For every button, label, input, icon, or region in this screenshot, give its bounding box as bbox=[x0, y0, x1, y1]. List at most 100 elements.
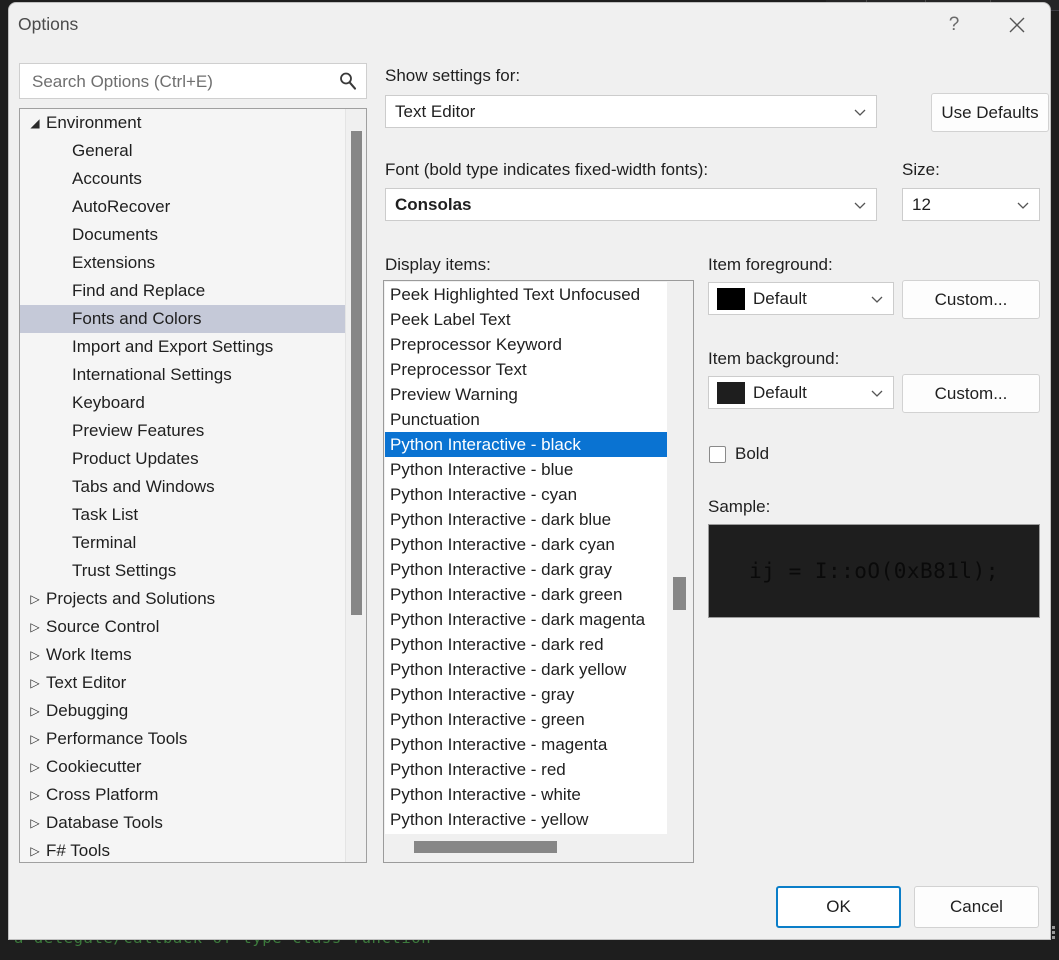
foreground-custom-button[interactable]: Custom... bbox=[902, 280, 1040, 319]
options-dialog: Options ? ◢E bbox=[8, 2, 1051, 940]
tree-item[interactable]: ▷ Performance Tools bbox=[20, 725, 345, 753]
tree-item[interactable]: ▷ F# Tools bbox=[20, 837, 345, 862]
tree-item[interactable]: Trust Settings bbox=[20, 557, 345, 585]
tree-item[interactable]: ▷ Text Editor bbox=[20, 669, 345, 697]
options-tree[interactable]: ◢ Environment General Accounts AutoRecover Do… bbox=[20, 109, 345, 862]
display-item[interactable]: Python Interactive - dark cyan bbox=[385, 532, 668, 557]
tree-item-label: Keyboard bbox=[72, 393, 145, 412]
tree-item-label: Fonts and Colors bbox=[72, 309, 202, 328]
search-options-box[interactable] bbox=[19, 63, 367, 100]
display-item[interactable]: Python Interactive - cyan bbox=[385, 482, 668, 507]
help-button[interactable]: ? bbox=[931, 3, 977, 47]
twisty-expanded-icon[interactable]: ◢ bbox=[28, 109, 42, 137]
tree-item-label: Find and Replace bbox=[72, 281, 206, 300]
tree-item-label: Import and Export Settings bbox=[72, 337, 274, 356]
display-item[interactable]: Python Interactive - dark red bbox=[385, 632, 668, 657]
tree-item[interactable]: Documents bbox=[20, 221, 345, 249]
tree-item[interactable]: ▷ Projects and Solutions bbox=[20, 585, 345, 613]
display-item[interactable]: Python Interactive - dark magenta bbox=[385, 607, 668, 632]
item-foreground-value: Default bbox=[753, 288, 807, 308]
display-items-list[interactable]: Peek Highlighted Text Unfocused Peek Labe… bbox=[385, 282, 668, 834]
display-item[interactable]: Preprocessor Keyword bbox=[385, 332, 668, 357]
display-items-hscrollbar-thumb[interactable] bbox=[414, 841, 557, 853]
display-item[interactable]: Python Interactive - green bbox=[385, 707, 668, 732]
size-combo[interactable]: 12 bbox=[902, 188, 1040, 221]
tree-item[interactable]: Find and Replace bbox=[20, 277, 345, 305]
tree-scrollbar-thumb[interactable] bbox=[351, 131, 362, 615]
close-button[interactable] bbox=[994, 3, 1040, 47]
tree-item[interactable]: ▷ Cross Platform bbox=[20, 781, 345, 809]
tree-item[interactable]: ▷ Cookiecutter bbox=[20, 753, 345, 781]
bold-checkbox-row[interactable]: Bold bbox=[709, 443, 769, 465]
twisty-collapsed-icon[interactable]: ▷ bbox=[28, 697, 42, 725]
font-combo[interactable]: Consolas bbox=[385, 188, 877, 221]
tree-item[interactable]: Tabs and Windows bbox=[20, 473, 345, 501]
twisty-collapsed-icon[interactable]: ▷ bbox=[28, 585, 42, 613]
tree-item-label: Extensions bbox=[72, 253, 156, 272]
display-item[interactable]: Peek Highlighted Text Unfocused bbox=[385, 282, 668, 307]
display-items-vscrollbar-thumb[interactable] bbox=[673, 577, 686, 610]
show-settings-combo[interactable]: Text Editor bbox=[385, 95, 877, 128]
twisty-collapsed-icon[interactable]: ▷ bbox=[28, 781, 42, 809]
display-item[interactable]: Preview Warning bbox=[385, 382, 668, 407]
display-items-panel: Peek Highlighted Text Unfocused Peek Labe… bbox=[383, 280, 694, 863]
display-item[interactable]: Python Interactive - red bbox=[385, 757, 668, 782]
tree-item[interactable]: Keyboard bbox=[20, 389, 345, 417]
twisty-collapsed-icon[interactable]: ▷ bbox=[28, 753, 42, 781]
tree-item[interactable]: Task List bbox=[20, 501, 345, 529]
tree-item[interactable]: ▷ Source Control bbox=[20, 613, 345, 641]
display-item[interactable]: Preprocessor Text bbox=[385, 357, 668, 382]
twisty-collapsed-icon[interactable]: ▷ bbox=[28, 809, 42, 837]
background-custom-button[interactable]: Custom... bbox=[902, 374, 1040, 413]
tree-item[interactable]: Extensions bbox=[20, 249, 345, 277]
tree-item[interactable]: Import and Export Settings bbox=[20, 333, 345, 361]
item-foreground-combo[interactable]: Default bbox=[708, 282, 894, 315]
tree-item-label: Performance Tools bbox=[46, 729, 188, 748]
display-item[interactable]: Python Interactive - yellow bbox=[385, 807, 668, 832]
tree-item[interactable]: Product Updates bbox=[20, 445, 345, 473]
twisty-collapsed-icon[interactable]: ▷ bbox=[28, 613, 42, 641]
dialog-titlebar[interactable]: Options ? bbox=[9, 3, 1050, 47]
tree-item[interactable]: Preview Features bbox=[20, 417, 345, 445]
tree-item-label: Projects and Solutions bbox=[46, 589, 216, 608]
tree-item[interactable]: General bbox=[20, 137, 345, 165]
tree-item-label: Environment bbox=[46, 113, 142, 132]
tree-item[interactable]: AutoRecover bbox=[20, 193, 345, 221]
font-label: Font (bold type indicates fixed-width fo… bbox=[385, 160, 709, 179]
display-item[interactable]: Python Interactive - dark gray bbox=[385, 557, 668, 582]
search-input[interactable] bbox=[30, 64, 334, 100]
tree-scrollbar[interactable] bbox=[345, 109, 366, 862]
display-item[interactable]: Python Interactive - gray bbox=[385, 682, 668, 707]
display-items-hscrollbar[interactable] bbox=[385, 834, 668, 861]
tree-item[interactable]: Terminal bbox=[20, 529, 345, 557]
twisty-collapsed-icon[interactable]: ▷ bbox=[28, 837, 42, 862]
display-item[interactable]: Python Interactive - dark green bbox=[385, 582, 668, 607]
tree-item-label: Cookiecutter bbox=[46, 757, 142, 776]
tree-item[interactable]: ▷ Debugging bbox=[20, 697, 345, 725]
use-defaults-button[interactable]: Use Defaults bbox=[931, 93, 1049, 132]
display-item[interactable]: Python Interactive - magenta bbox=[385, 732, 668, 757]
tree-item[interactable]: ▷ Work Items bbox=[20, 641, 345, 669]
search-icon[interactable] bbox=[338, 71, 358, 91]
twisty-collapsed-icon[interactable]: ▷ bbox=[28, 669, 42, 697]
cancel-button[interactable]: Cancel bbox=[914, 886, 1039, 928]
tree-item[interactable]: Accounts bbox=[20, 165, 345, 193]
item-background-label: Item background: bbox=[708, 349, 840, 368]
display-item[interactable]: Python Interactive - black bbox=[385, 432, 668, 457]
ok-button[interactable]: OK bbox=[776, 886, 901, 928]
display-item[interactable]: Punctuation bbox=[385, 407, 668, 432]
display-item[interactable]: Python Interactive - dark yellow bbox=[385, 657, 668, 682]
display-item[interactable]: Peek Label Text bbox=[385, 307, 668, 332]
display-items-vscrollbar[interactable] bbox=[667, 282, 692, 834]
twisty-collapsed-icon[interactable]: ▷ bbox=[28, 641, 42, 669]
tree-item[interactable]: ◢ Environment bbox=[20, 109, 345, 137]
item-background-combo[interactable]: Default bbox=[708, 376, 894, 409]
bold-checkbox[interactable] bbox=[709, 445, 726, 463]
twisty-collapsed-icon[interactable]: ▷ bbox=[28, 725, 42, 753]
display-item[interactable]: Python Interactive - white bbox=[385, 782, 668, 807]
display-item[interactable]: Python Interactive - blue bbox=[385, 457, 668, 482]
tree-item[interactable]: Fonts and Colors bbox=[20, 305, 345, 333]
tree-item[interactable]: International Settings bbox=[20, 361, 345, 389]
display-item[interactable]: Python Interactive - dark blue bbox=[385, 507, 668, 532]
tree-item[interactable]: ▷ Database Tools bbox=[20, 809, 345, 837]
